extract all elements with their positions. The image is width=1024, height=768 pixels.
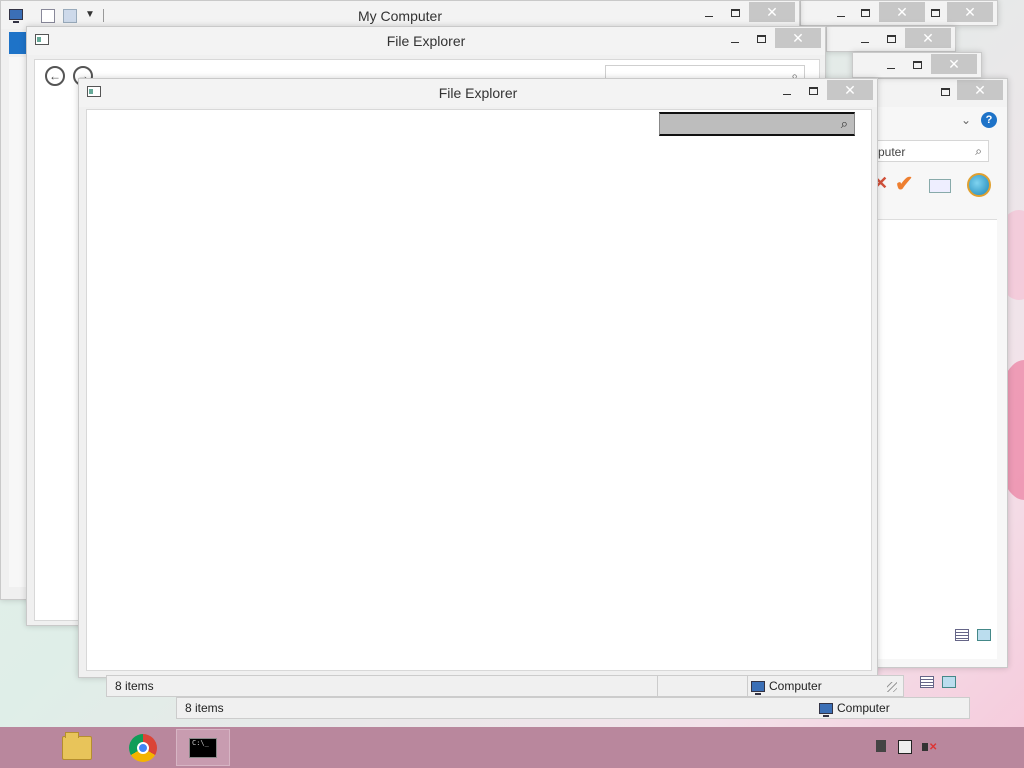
window-right-background[interactable]: ✕ ⌄ ? puter ⌕ ✕ ✔ — [870, 78, 1008, 668]
minimize-button[interactable] — [877, 55, 905, 75]
window-title: My Computer — [357, 8, 443, 24]
titlebar[interactable]: ▼ My Computer ✕ — [1, 1, 799, 29]
white-pane — [877, 219, 997, 659]
search-text: puter — [878, 145, 906, 159]
large-icons-view-icon[interactable] — [942, 676, 956, 688]
details-view-icon[interactable] — [955, 629, 969, 641]
taskbar-file-explorer[interactable] — [50, 729, 104, 766]
rename-icon[interactable] — [929, 179, 951, 193]
close-button[interactable]: ✕ — [749, 2, 795, 22]
network-icon[interactable] — [898, 740, 912, 754]
window-file-explorer-front[interactable]: File Explorer ✕ ⌕ — [78, 78, 878, 678]
taskbar: C:\_ — [0, 727, 1024, 768]
location-label: Computer — [819, 701, 890, 717]
maximize-button[interactable] — [747, 29, 775, 49]
search-input[interactable]: puter ⌕ — [871, 140, 989, 162]
close-button[interactable]: ✕ — [775, 28, 821, 48]
view-icons[interactable] — [920, 676, 956, 690]
content-pane — [86, 109, 872, 671]
status-divider — [657, 676, 658, 696]
checkmark-icon[interactable]: ✔ — [895, 171, 913, 197]
large-icons-view-icon[interactable] — [977, 629, 991, 641]
maximize-button[interactable] — [877, 29, 905, 49]
cmd-icon: C:\_ — [189, 737, 217, 758]
details-view-icon[interactable] — [920, 676, 934, 688]
close-button[interactable]: ✕ — [957, 80, 1003, 100]
window-stack-3[interactable]: ✕ — [852, 52, 982, 78]
back-button[interactable]: ← — [45, 66, 65, 86]
action-center-icon[interactable] — [876, 740, 886, 752]
close-button[interactable]: ✕ — [827, 80, 873, 100]
close-button[interactable]: ✕ — [947, 2, 993, 22]
file-tab[interactable] — [9, 32, 27, 54]
maximize-button[interactable] — [721, 3, 749, 23]
minimize-button[interactable] — [695, 3, 723, 23]
minimize-button[interactable] — [773, 81, 801, 101]
chrome-icon — [129, 733, 157, 762]
search-icon: ⌕ — [840, 116, 848, 131]
search-input[interactable]: ⌕ — [659, 112, 855, 136]
computer-icon — [751, 680, 765, 695]
status-bar-back: 8 items Computer — [176, 697, 970, 719]
minimize-button[interactable] — [851, 29, 879, 49]
maximize-button[interactable] — [921, 3, 949, 23]
item-count: 8 items — [185, 701, 224, 715]
chevron-down-icon[interactable]: ⌄ — [961, 113, 971, 127]
window-title: File Explorer — [438, 85, 518, 101]
maximize-button[interactable] — [851, 3, 879, 23]
window-stack-1[interactable]: ✕ ✕ — [800, 0, 998, 26]
globe-icon[interactable] — [967, 173, 991, 197]
window-title: File Explorer — [386, 33, 466, 49]
status-bar-front: 8 items Computer — [106, 675, 904, 697]
location-label: Computer — [751, 679, 822, 695]
maximize-button[interactable] — [931, 82, 959, 102]
folder-icon — [62, 731, 92, 760]
window-stack-2[interactable]: ✕ — [826, 26, 956, 52]
maximize-button[interactable] — [903, 55, 931, 75]
close-button[interactable]: ✕ — [879, 2, 925, 22]
item-count: 8 items — [115, 679, 154, 693]
taskbar-chrome[interactable] — [116, 729, 170, 766]
volume-muted-icon[interactable]: ✕ — [922, 740, 937, 754]
maximize-button[interactable] — [799, 81, 827, 101]
close-button[interactable]: ✕ — [931, 54, 977, 74]
status-divider — [747, 676, 748, 696]
help-icon[interactable]: ? — [981, 112, 997, 128]
minimize-button[interactable] — [721, 29, 749, 49]
taskbar-command-prompt[interactable]: C:\_ — [176, 729, 230, 766]
resize-grip-icon[interactable] — [887, 682, 897, 692]
close-button[interactable]: ✕ — [905, 28, 951, 48]
search-icon: ⌕ — [975, 144, 982, 158]
titlebar[interactable]: File Explorer ✕ — [79, 79, 877, 107]
titlebar[interactable]: File Explorer ✕ — [27, 27, 825, 55]
computer-icon — [819, 702, 833, 717]
